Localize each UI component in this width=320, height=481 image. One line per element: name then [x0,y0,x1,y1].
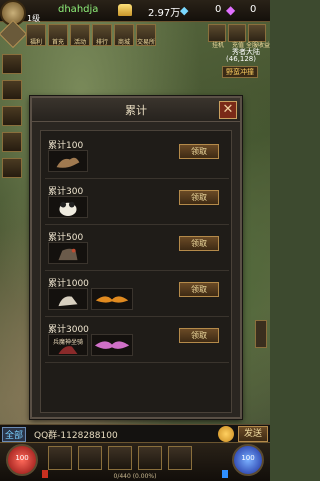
first-recharge-button[interactable]: 首充 [48,24,68,46]
chat-channel-tab[interactable]: 全部 [2,427,27,442]
send-button[interactable]: 发送 [238,426,268,442]
reward-row: 累计3000 兵魔神坐骑 领取 [45,321,229,363]
reward-row: 累计500 领取 [45,229,229,271]
book-button[interactable] [138,446,162,470]
reward-row: 累计300 领取 [45,183,229,225]
cumulative-reward-dialog: 累计 ✕ 累计100 领取 累计300 领取 累计500 领取 累计1000 领… [30,96,242,419]
dialog-title: 累计 [125,104,147,117]
side-button-1[interactable] [2,54,22,74]
forge-button[interactable] [108,446,132,470]
server-earnings-button[interactable]: 全服收益 [246,24,270,49]
diamond-icon: ◆ [180,4,189,17]
flame-wings-icon[interactable] [91,288,133,310]
auto-battle-button[interactable]: 挂机 [208,24,226,49]
reward-row: 累计1000 领取 [45,275,229,317]
welfare-button[interactable]: 福利 [26,24,46,46]
diamond-amount: 0 [215,4,222,15]
claim-button[interactable]: 领取 [179,328,219,343]
left-side-buttons [2,54,22,178]
reward-items: 兵魔神坐骑 [48,334,133,356]
bind-diamond-amount: 0 [250,4,257,15]
claim-button[interactable]: 领取 [179,144,219,159]
bag-button[interactable] [78,446,102,470]
minimap-icons: 挂机 充值 全服收益 [208,24,270,49]
chat-message: QQ群-1128288100 [34,431,118,441]
side-button-4[interactable] [2,132,22,152]
side-button-2[interactable] [2,80,22,100]
reward-items [48,288,133,310]
side-button-5[interactable] [2,158,22,178]
player-name: dhahdja [58,4,99,15]
gold-amount: 2.97万 [148,8,181,19]
horse-mount-icon[interactable] [48,242,88,264]
mp-value: 100 [241,454,255,462]
bind-diamond-icon: ◆ [226,3,236,17]
demon-mount-icon[interactable]: 兵魔神坐骑 [48,334,88,356]
map-coordinates: (46,128) [226,55,256,63]
reward-items [48,196,88,218]
side-button-3[interactable] [2,106,22,126]
activity-button[interactable]: 活动 [70,24,90,46]
right-scroll-button[interactable] [255,320,267,348]
dialog-header: 累计 ✕ [32,98,240,122]
claim-button[interactable]: 领取 [179,282,219,297]
beast-mount-icon[interactable] [48,288,88,310]
chat-bar: 全部 QQ群-1128288100 发送 [0,424,270,442]
reward-list: 累计100 领取 累计300 领取 累计500 领取 累计1000 领取 累计3… [40,130,232,413]
reward-row: 累计100 领取 [45,137,229,179]
reward-items [48,242,88,264]
character-button[interactable] [48,446,72,470]
reward-items [48,150,88,172]
pink-wings-icon[interactable] [91,334,133,356]
close-button[interactable]: ✕ [219,101,237,119]
exchange-button[interactable]: 交易所 [136,24,156,46]
shop-button[interactable]: 商城 [114,24,134,46]
ranking-button[interactable]: 排行 [92,24,112,46]
top-feature-icons: 福利 首充 活动 排行 商城 交易所 [26,24,156,46]
experience-text: 0/440 (0.00%) [113,473,157,480]
hp-value: 100 [15,454,29,462]
recharge-button[interactable]: 充值 [228,24,246,49]
gold-icon [118,4,132,16]
skill-slots [48,446,192,470]
claim-button[interactable]: 领取 [179,236,219,251]
emoji-icon[interactable] [218,426,234,442]
claim-button[interactable]: 领取 [179,190,219,205]
player-level: 1级 [27,14,41,23]
panda-mount-icon[interactable] [48,196,88,218]
skill-toggle-button[interactable]: 野蛮冲撞 [222,66,258,78]
dragon-mount-icon[interactable] [48,150,88,172]
settings-button[interactable] [168,446,192,470]
